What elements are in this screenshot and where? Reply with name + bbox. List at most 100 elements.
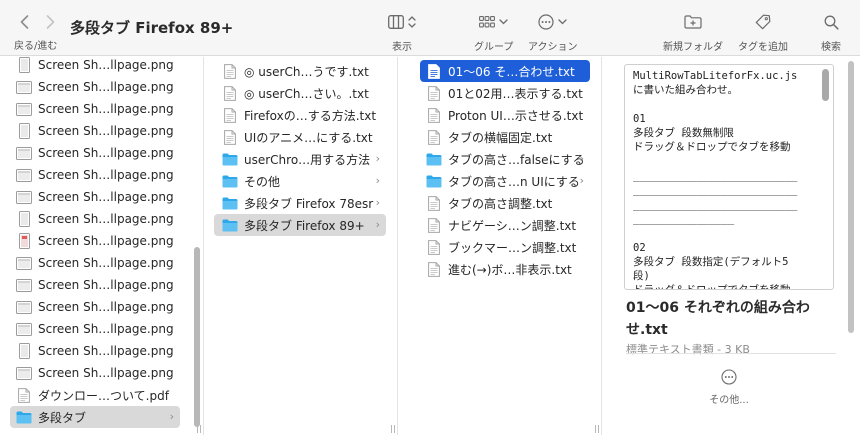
item-label: その他 xyxy=(244,174,281,189)
item-label: userChro…用する方法 xyxy=(244,152,371,167)
file-item[interactable]: Screen Sh…llpage.png xyxy=(10,362,180,384)
image-file-icon xyxy=(16,254,32,272)
item-label: Screen Sh…llpage.png xyxy=(38,256,174,270)
tag-icon xyxy=(755,14,771,30)
file-item[interactable]: Screen Sh…llpage.png xyxy=(10,186,180,208)
add-tag-button[interactable]: タグを追加 xyxy=(738,10,788,54)
item-label: Screen Sh…llpage.png xyxy=(38,212,174,226)
chevron-right-icon: › xyxy=(579,152,584,165)
file-item[interactable]: タブの横幅固定.txt xyxy=(420,126,590,148)
file-item[interactable]: Screen Sh…llpage.png xyxy=(10,230,180,252)
chevron-right-icon: › xyxy=(375,218,380,231)
new-folder-button[interactable]: 新規フォルダ xyxy=(663,10,723,54)
preview-scroll-thumb-outer[interactable] xyxy=(848,61,854,333)
more-actions-label: その他... xyxy=(709,395,749,406)
file-item[interactable]: Screen Sh…llpage.png xyxy=(10,120,180,142)
folder-item[interactable]: 多段タブ Firefox 89+ › xyxy=(214,214,386,236)
action-button[interactable]: アクション xyxy=(528,10,578,54)
view-label: 表示 xyxy=(392,42,412,53)
chevron-left-icon xyxy=(20,15,28,29)
file-item[interactable]: ダウンロー…ついて.pdf xyxy=(10,384,180,406)
file-item[interactable]: 01〜06 そ…合わせ.txt xyxy=(420,60,590,82)
folder-item[interactable]: 多段タブ › xyxy=(10,406,180,428)
item-label: 多段タブ Firefox 89+ xyxy=(244,218,365,233)
file-item[interactable]: 進む(→)ボ…非表示.txt xyxy=(420,258,590,280)
group-button[interactable]: グループ xyxy=(474,10,513,54)
file-item[interactable]: Proton UI…示させる.txt xyxy=(420,104,590,126)
file-item[interactable]: Screen Sh…llpage.png xyxy=(10,296,180,318)
file-item[interactable]: Screen Sh…llpage.png xyxy=(10,98,180,120)
more-actions-button[interactable]: その他... xyxy=(704,369,754,409)
text-document-icon xyxy=(426,260,442,278)
file-item[interactable]: 01と02用…表示する.txt xyxy=(420,82,590,104)
image-file-icon xyxy=(16,78,32,96)
column-1-scroll-thumb[interactable] xyxy=(194,247,200,427)
preview-separator xyxy=(626,353,836,354)
file-item[interactable]: ◎ userCh…さい。.txt xyxy=(214,82,386,104)
nav-arrows xyxy=(18,12,56,32)
image-file-icon xyxy=(16,342,32,360)
item-label: UIのアニメ…にする.txt xyxy=(244,130,373,145)
image-file-icon xyxy=(16,57,32,74)
column-1-scrollbar[interactable] xyxy=(194,247,200,427)
item-label: 01〜06 そ…合わせ.txt xyxy=(448,64,575,79)
column-divider xyxy=(601,57,602,435)
column-1-resize-handle[interactable] xyxy=(195,425,203,433)
view-button[interactable]: 表示 xyxy=(388,10,416,54)
file-item[interactable]: Screen Sh…llpage.png xyxy=(10,57,180,76)
column-3-resize-handle[interactable] xyxy=(593,425,601,433)
preview-file-meta: 標準テキスト書類 - 3 KB xyxy=(626,343,750,356)
folder-item[interactable]: その他 › xyxy=(214,170,386,192)
preview-content: MultiRowTabLiteforFx.uc.js に書いた組み合わせ。 01… xyxy=(633,70,798,289)
file-item[interactable]: Screen Sh…llpage.png xyxy=(10,76,180,98)
preview-scrollbar[interactable] xyxy=(848,61,854,333)
column-2-resize-handle[interactable] xyxy=(389,425,397,433)
folder-icon xyxy=(222,194,238,212)
action-label: アクション xyxy=(528,42,578,53)
preview-scroll-thumb[interactable] xyxy=(822,69,829,101)
file-item[interactable]: Screen Sh…llpage.png xyxy=(10,208,180,230)
item-label: タブの横幅固定.txt xyxy=(448,130,553,145)
file-item[interactable]: ブックマー…ン調整.txt xyxy=(420,236,590,258)
search-button[interactable]: 検索 xyxy=(821,10,841,54)
file-item[interactable]: UIのアニメ…にする.txt xyxy=(214,126,386,148)
image-file-icon xyxy=(16,320,32,338)
item-label: Screen Sh…llpage.png xyxy=(38,344,174,358)
chevron-right-icon xyxy=(46,15,54,29)
file-item[interactable]: Screen Sh…llpage.png xyxy=(10,142,180,164)
column-2[interactable]: ◎ userCh…うです.txt ◎ userCh…さい。.txt Firefoxの… xyxy=(204,57,397,435)
file-item[interactable]: ◎ userCh…うです.txt xyxy=(214,60,386,82)
text-document-icon xyxy=(222,62,238,80)
item-label: Screen Sh…llpage.png xyxy=(38,366,174,380)
column-1[interactable]: Screen Sh…llpage.png Screen Sh…llpage.png… xyxy=(0,57,203,435)
file-item[interactable]: Firefoxの…する方法.txt xyxy=(214,104,386,126)
item-label: Screen Sh…llpage.png xyxy=(38,322,174,336)
folder-item[interactable]: 多段タブ Firefox 78esr › xyxy=(214,192,386,214)
item-label: 多段タブ xyxy=(38,410,87,425)
item-label: 多段タブ Firefox 78esr xyxy=(244,196,374,211)
folder-item[interactable]: タブの高さ…n UIにする › xyxy=(420,170,590,192)
folder-icon xyxy=(426,172,442,190)
image-file-icon xyxy=(16,210,32,228)
image-file-icon xyxy=(16,188,32,206)
file-item[interactable]: タブの高さ調整.txt xyxy=(420,192,590,214)
preview-text-box[interactable]: MultiRowTabLiteforFx.uc.js に書いた組み合わせ。 01… xyxy=(624,64,834,290)
text-document-icon xyxy=(426,128,442,146)
file-item[interactable]: Screen Sh…llpage.png xyxy=(10,164,180,186)
folder-item[interactable]: userChro…用する方法 › xyxy=(214,148,386,170)
column-view-icon xyxy=(388,15,404,29)
file-item[interactable]: Screen Sh…llpage.png xyxy=(10,340,180,362)
file-item[interactable]: Screen Sh…llpage.png xyxy=(10,318,180,340)
back-button[interactable] xyxy=(18,12,30,32)
text-document-icon xyxy=(426,106,442,124)
item-label: Screen Sh…llpage.png xyxy=(38,168,174,182)
text-document-icon xyxy=(426,62,442,80)
image-file-icon xyxy=(16,298,32,316)
chevron-down-icon xyxy=(499,19,508,25)
file-item[interactable]: Screen Sh…llpage.png xyxy=(10,274,180,296)
column-3[interactable]: 01〜06 そ…合わせ.txt 01と02用…表示する.txt Proton UI…… xyxy=(398,57,601,435)
file-item[interactable]: ナビゲーシ…ン調整.txt xyxy=(420,214,590,236)
folder-item[interactable]: タブの高さ…falseにする › xyxy=(420,148,590,170)
file-item[interactable]: Screen Sh…llpage.png xyxy=(10,252,180,274)
forward-button[interactable] xyxy=(44,12,56,32)
